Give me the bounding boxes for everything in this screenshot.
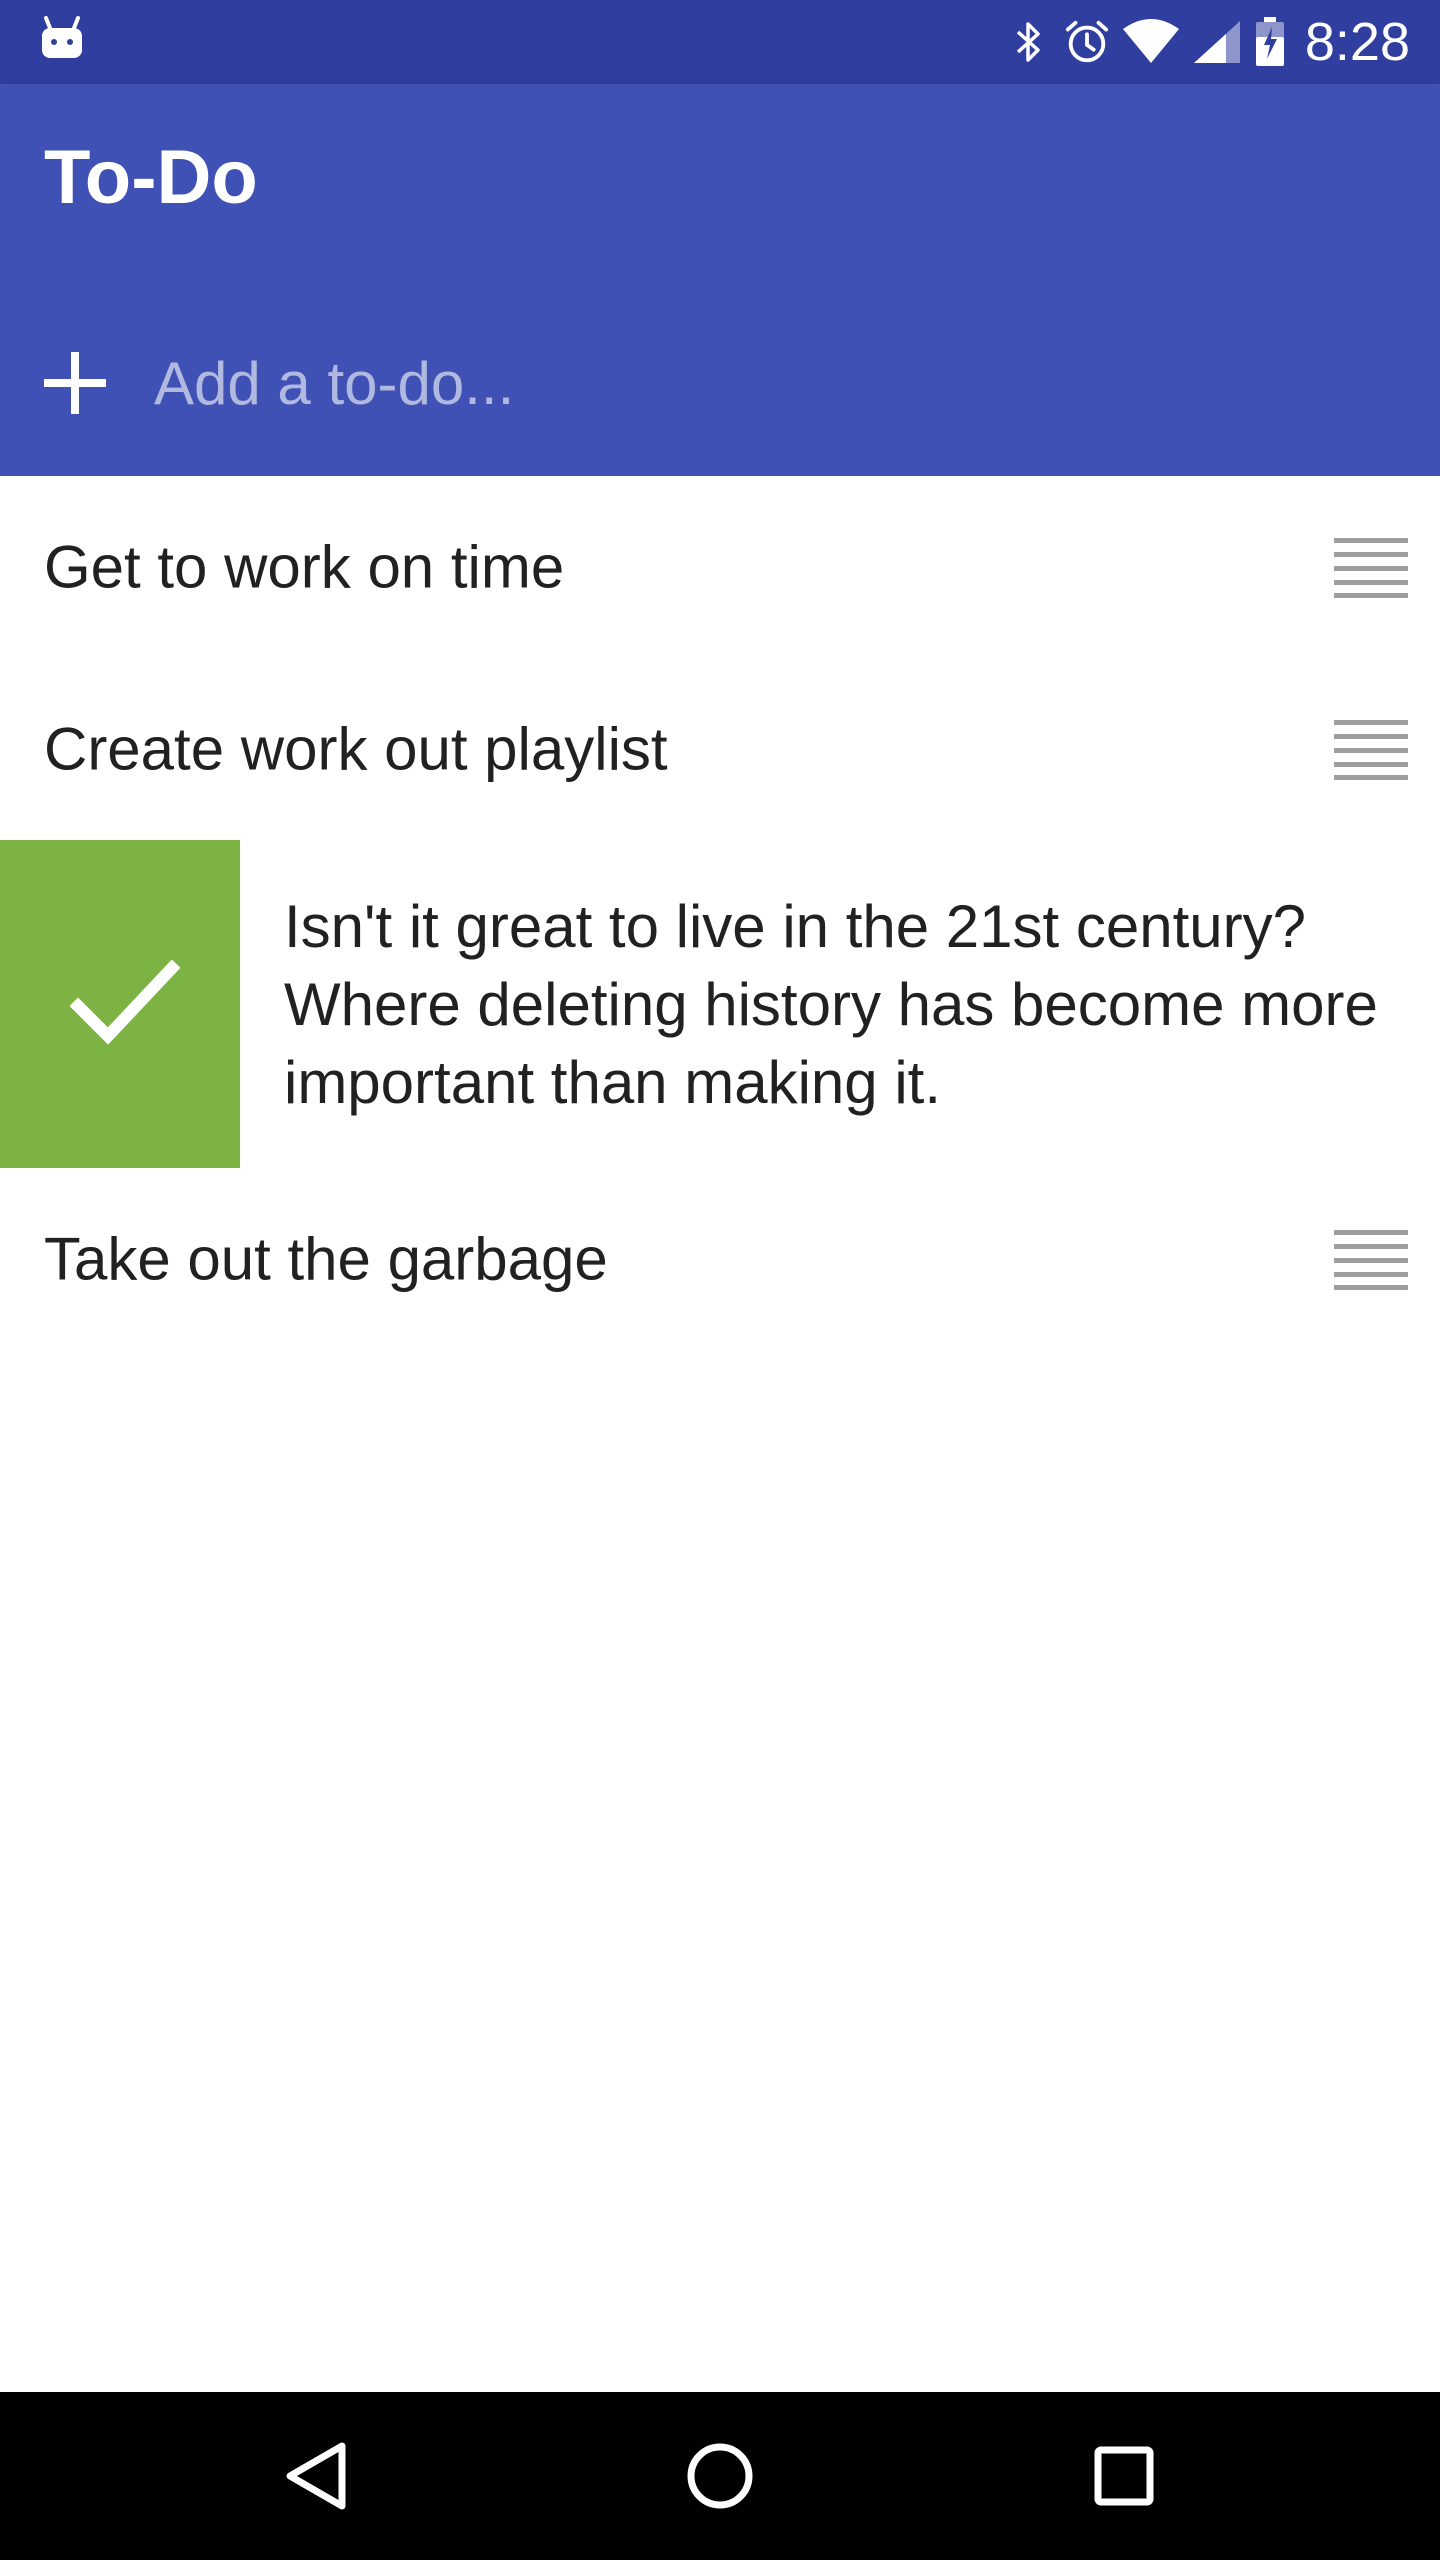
list-item[interactable]: Take out the garbage bbox=[0, 1168, 1440, 1350]
todo-text: Create work out playlist bbox=[44, 715, 668, 783]
recents-button[interactable] bbox=[1074, 2426, 1174, 2526]
home-icon bbox=[687, 2443, 753, 2509]
list-item[interactable]: Create work out playlist bbox=[0, 658, 1440, 840]
back-button[interactable] bbox=[266, 2426, 366, 2526]
todo-text: Take out the garbage bbox=[44, 1225, 608, 1293]
wifi-icon bbox=[1121, 18, 1181, 66]
battery-icon bbox=[1253, 17, 1287, 66]
swipe-done-background bbox=[0, 840, 240, 1168]
drag-handle-icon[interactable] bbox=[1334, 536, 1408, 598]
page-title: To-Do bbox=[44, 135, 258, 220]
list-item[interactable]: Get to work on time bbox=[0, 476, 1440, 658]
app-bar: To-Do bbox=[0, 84, 1440, 476]
signal-icon bbox=[1191, 18, 1243, 66]
android-icon bbox=[42, 16, 82, 58]
todo-text: Get to work on time bbox=[44, 533, 565, 601]
check-icon bbox=[70, 959, 180, 1045]
home-button[interactable] bbox=[670, 2426, 770, 2526]
todo-text: Isn't it great to live in the 21st centu… bbox=[284, 893, 1378, 1116]
bluetooth-icon bbox=[1005, 18, 1053, 66]
add-icon[interactable] bbox=[40, 348, 110, 418]
recents-icon bbox=[1094, 2446, 1154, 2506]
status-icons: 8:28 bbox=[995, 0, 1410, 84]
todo-list: Get to work on time Create work out play… bbox=[0, 476, 1440, 1350]
status-bar: 8:28 bbox=[0, 0, 1440, 84]
drag-handle-icon[interactable] bbox=[1334, 718, 1408, 780]
alarm-icon bbox=[1063, 18, 1111, 66]
back-icon bbox=[286, 2442, 346, 2510]
drag-handle-icon[interactable] bbox=[1334, 1228, 1408, 1290]
list-item-swiping[interactable]: Isn't it great to live in the 21st centu… bbox=[0, 840, 1440, 1168]
todo-screen: 8:28 To-Do Get to work on time Cre bbox=[0, 0, 1440, 2560]
status-clock: 8:28 bbox=[1304, 12, 1410, 72]
navigation-bar bbox=[0, 2392, 1440, 2560]
add-todo-row bbox=[0, 320, 1440, 440]
add-todo-input[interactable] bbox=[154, 338, 1354, 428]
